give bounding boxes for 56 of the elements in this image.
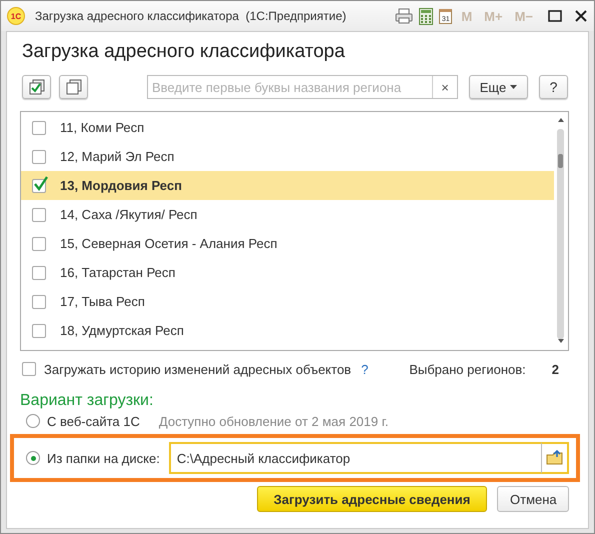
list-row[interactable]: 15, Северная Осетия - Алания Респ [21, 229, 554, 258]
checkbox[interactable] [22, 362, 36, 376]
checkbox[interactable] [32, 266, 46, 280]
caret-icon [510, 85, 518, 89]
uncheck-all-button[interactable] [59, 75, 88, 99]
checked-checkbox[interactable] [32, 178, 46, 192]
load-button[interactable]: Загрузить адресные сведения [257, 486, 487, 512]
search-field[interactable]: Введите первые буквы названия региона × [147, 75, 458, 99]
checklist-icon [28, 79, 44, 95]
selected-count-label: Выбрано регионов: [409, 362, 526, 376]
radio-button[interactable] [26, 414, 40, 428]
list-row[interactable]: 12, Марий Эл Респ [21, 142, 554, 171]
list-row[interactable]: 17, Тыва Респ [21, 287, 554, 316]
region-name: 14, Саха /Якутия/ Респ [60, 207, 198, 222]
help-link[interactable]: ? [361, 362, 368, 376]
update-note: Доступно обновление от 2 мая 2019 г. [158, 414, 388, 428]
option-label[interactable]: Из папки на диске: [47, 450, 160, 466]
region-name: 15, Северная Осетия - Алания Респ [60, 236, 278, 251]
help-button[interactable]: ? [539, 75, 568, 99]
selected-count-value: 2 [552, 362, 559, 376]
list-row[interactable]: 14, Саха /Якутия/ Респ [21, 200, 554, 229]
region-name: 12, Марий Эл Респ [60, 149, 174, 164]
region-name: 18, Удмуртская Респ [60, 323, 184, 338]
region-name: 17, Тыва Респ [60, 294, 145, 309]
folder-icon [546, 450, 564, 466]
checkbox[interactable] [32, 294, 46, 308]
list-row[interactable]: 11, Коми Респ [21, 113, 554, 142]
form-heading: Загрузка адресного классификатора [21, 40, 346, 64]
copies-icon [66, 79, 82, 95]
calculator-icon[interactable] [419, 8, 434, 24]
app-logo: 1С [7, 7, 25, 25]
check-all-button[interactable] [22, 75, 51, 99]
printer-icon[interactable] [395, 8, 414, 24]
checkbox[interactable] [32, 208, 46, 222]
more-button[interactable]: Еще [469, 75, 528, 99]
folder-button[interactable] [541, 442, 569, 474]
checkbox[interactable] [32, 150, 46, 164]
folder-path-field[interactable]: C:\Адресный классификатор [168, 442, 541, 474]
checkbox[interactable] [32, 324, 46, 338]
checkbox[interactable] [32, 236, 46, 250]
cancel-button[interactable]: Отмена [497, 486, 569, 512]
close-icon[interactable] [574, 9, 588, 23]
list-row[interactable]: 16, Татарстан Респ [21, 258, 554, 287]
option-label[interactable]: С веб-сайта 1С [47, 414, 140, 428]
radio-button[interactable] [26, 451, 40, 465]
list-row[interactable]: 13, Мордовия Респ [21, 171, 554, 200]
list-row[interactable]: 18, Удмуртская Респ [21, 316, 554, 345]
section-title: Вариант загрузки: [20, 392, 154, 410]
window-title: Загрузка адресного классификатора (1С:Предприятие) [35, 9, 348, 23]
history-label: Загружать историю изменений адресных объектов [44, 362, 352, 376]
region-name: 13, Мордовия Респ [60, 178, 182, 193]
checkbox[interactable] [32, 120, 46, 134]
region-name: 11, Коми Респ [60, 120, 144, 135]
maximize-icon[interactable] [548, 10, 562, 22]
region-name: 16, Татарстан Респ [60, 265, 176, 280]
clear-button[interactable]: × [432, 76, 457, 98]
